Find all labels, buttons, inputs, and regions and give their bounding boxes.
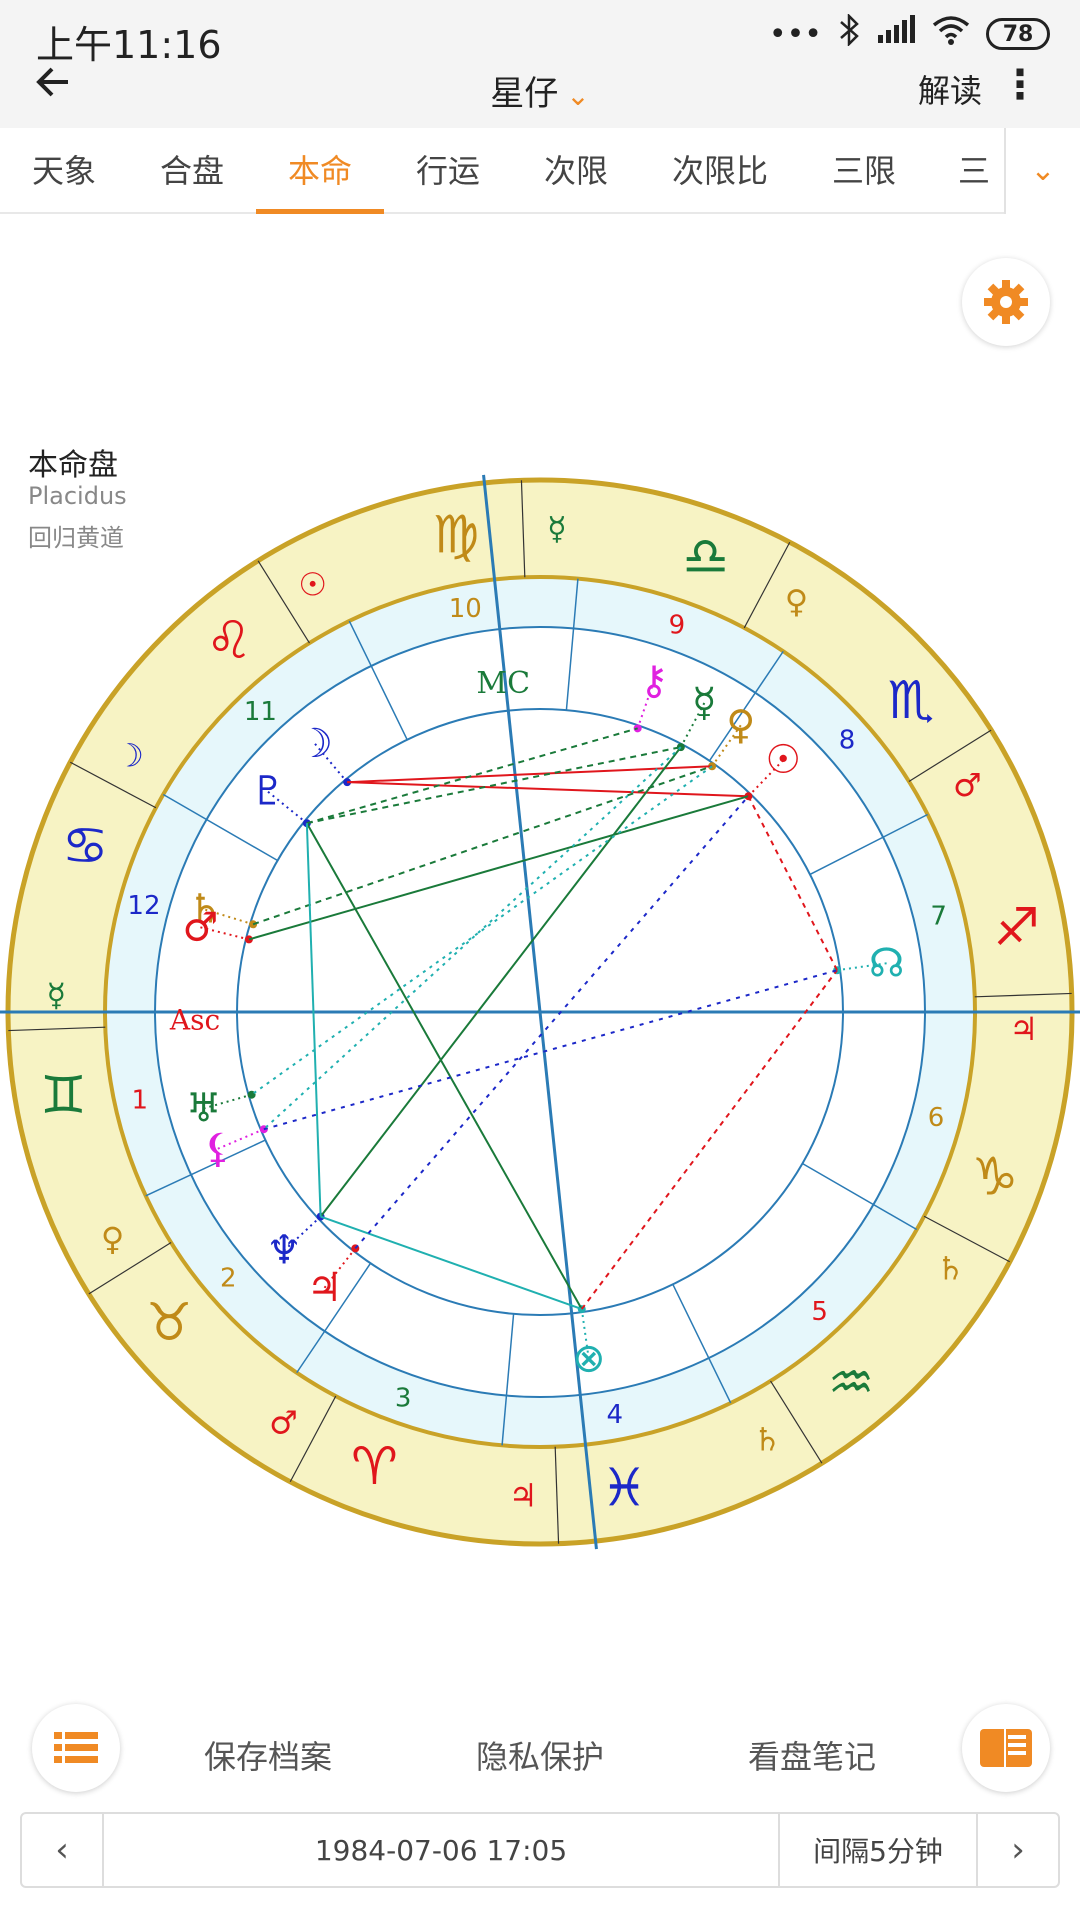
house-number: 7 <box>930 901 947 931</box>
planet-glyph[interactable]: ☿ <box>692 680 717 726</box>
sign-ruler-glyph: ☽ <box>115 737 144 775</box>
chevron-down-icon: ⌄ <box>566 79 590 112</box>
zodiac-sign-glyph: ♎ <box>682 527 729 587</box>
wifi-icon <box>932 15 970 53</box>
house-number: 3 <box>395 1383 412 1413</box>
planet-glyph[interactable]: ⚷ <box>639 658 668 704</box>
house-number: 10 <box>449 594 482 624</box>
more-dots-icon: ••• <box>768 16 822 52</box>
birth-datetime[interactable]: 1984-07-06 17:05 <box>102 1814 780 1886</box>
zodiac-sign-glyph: ♑ <box>971 1148 1018 1208</box>
planet-glyph[interactable]: ⊗ <box>572 1336 606 1382</box>
planet-glyph[interactable]: ☽ <box>297 721 333 767</box>
sign-ruler-glyph: ♂ <box>953 766 982 804</box>
sign-ruler-glyph: ♃ <box>1009 1010 1038 1048</box>
sign-ruler-glyph: ♃ <box>509 1477 538 1515</box>
house-number: 5 <box>811 1297 828 1327</box>
status-time: 上午11:16 <box>36 23 222 67</box>
planet-glyph[interactable]: ⚸ <box>203 1126 232 1172</box>
previous-time-button[interactable]: ‹ <box>22 1814 102 1886</box>
tabs-expand-button[interactable]: ⌄ <box>1004 128 1080 214</box>
save-profile-button[interactable]: 保存档案 <box>204 1732 332 1778</box>
privacy-button[interactable]: 隐私保护 <box>476 1732 604 1778</box>
list-icon <box>54 1732 98 1763</box>
settings-button[interactable] <box>962 258 1050 346</box>
zodiac-sign-glyph: ♌ <box>206 611 253 671</box>
status-icons: ••• 78 <box>768 12 1050 54</box>
zodiac-sign-glyph: ♒ <box>828 1353 875 1413</box>
planet-glyph[interactable]: ☊ <box>869 940 905 986</box>
bluetooth-icon <box>838 12 860 54</box>
sign-ruler-glyph: ☿ <box>547 509 567 547</box>
more-options-icon[interactable]: ⋮ <box>1000 62 1040 108</box>
chart-type-tabs: 天象 合盘 本命 行运 次限 次限比 三限 三 ⌄ <box>0 128 1080 214</box>
zodiac-sign-glyph: ♊ <box>40 1066 87 1126</box>
sign-ruler-glyph: ☿ <box>46 976 66 1014</box>
tab-natal[interactable]: 本命 <box>256 128 384 214</box>
date-navigation-bar: ‹ 1984-07-06 17:05 间隔5分钟 › <box>20 1812 1060 1888</box>
notebook-button[interactable] <box>962 1704 1050 1792</box>
sign-ruler-glyph: ♀ <box>785 583 808 621</box>
tab-transit[interactable]: 行运 <box>384 128 512 214</box>
tab-progression-compare[interactable]: 次限比 <box>640 128 800 214</box>
next-time-button[interactable]: › <box>978 1814 1058 1886</box>
sign-ruler-glyph: ☉ <box>298 566 327 604</box>
natal-chart-wheel[interactable]: ♍ ☿♌☉♋☽♊☿♉♀♈♂♓♃♒♄♑♄♐♃♏♂♎♀123456789101112⚷… <box>0 470 1080 1570</box>
planet-glyph[interactable]: ♇ <box>250 769 286 815</box>
battery-icon: 78 <box>986 18 1050 50</box>
tab-progression[interactable]: 次限 <box>512 128 640 214</box>
planet-glyph[interactable]: ♅ <box>186 1085 222 1131</box>
tab-partial[interactable]: 三 <box>928 128 1004 214</box>
house-number: 6 <box>928 1103 945 1133</box>
sign-ruler-glyph: ♄ <box>936 1249 965 1287</box>
planet-glyph[interactable]: ♀ <box>726 702 755 748</box>
mc-label: MC <box>476 666 530 701</box>
time-interval-selector[interactable]: 间隔5分钟 <box>780 1814 978 1886</box>
list-button[interactable] <box>32 1704 120 1792</box>
signal-icon <box>876 15 916 53</box>
house-number: 2 <box>220 1263 237 1293</box>
zodiac-sign-glyph: ♍ <box>433 505 480 565</box>
profile-name: 星仔 <box>490 74 559 114</box>
zodiac-sign-glyph: ♉ <box>146 1293 193 1353</box>
zodiac-sign-glyph: ♏ <box>887 671 934 731</box>
house-number: 1 <box>131 1086 148 1116</box>
zodiac-sign-glyph: ♋ <box>62 816 109 876</box>
tab-tertiary[interactable]: 三限 <box>800 128 928 214</box>
sign-ruler-glyph: ♄ <box>753 1420 782 1458</box>
house-number: 9 <box>669 611 686 641</box>
top-bar: 上午11:16 ••• 78 星仔 ⌄ 解读 ⋮ <box>0 0 1080 128</box>
house-number: 8 <box>839 725 856 755</box>
notebook-icon <box>980 1729 1032 1767</box>
house-number: 11 <box>244 697 277 727</box>
planet-glyph[interactable]: ☉ <box>765 737 801 783</box>
planet-glyph[interactable]: ♂ <box>182 904 218 950</box>
house-number: 4 <box>606 1400 623 1430</box>
sign-ruler-glyph: ♂ <box>269 1403 298 1441</box>
zodiac-sign-glyph: ♓ <box>601 1459 648 1519</box>
planet-glyph[interactable]: ♆ <box>266 1228 302 1274</box>
tab-hepan[interactable]: 合盘 <box>128 128 256 214</box>
gear-icon <box>984 280 1028 324</box>
chart-notes-button[interactable]: 看盘笔记 <box>748 1732 876 1778</box>
tab-tianxiang[interactable]: 天象 <box>0 128 128 214</box>
asc-label: Asc <box>169 1004 220 1037</box>
interpret-button[interactable]: 解读 <box>918 66 982 112</box>
planet-glyph[interactable]: ♃ <box>307 1265 343 1311</box>
zodiac-sign-glyph: ♈ <box>351 1437 398 1497</box>
sign-ruler-glyph: ♀ <box>101 1220 124 1258</box>
house-number: 12 <box>127 891 160 921</box>
zodiac-sign-glyph: ♐ <box>993 898 1040 958</box>
